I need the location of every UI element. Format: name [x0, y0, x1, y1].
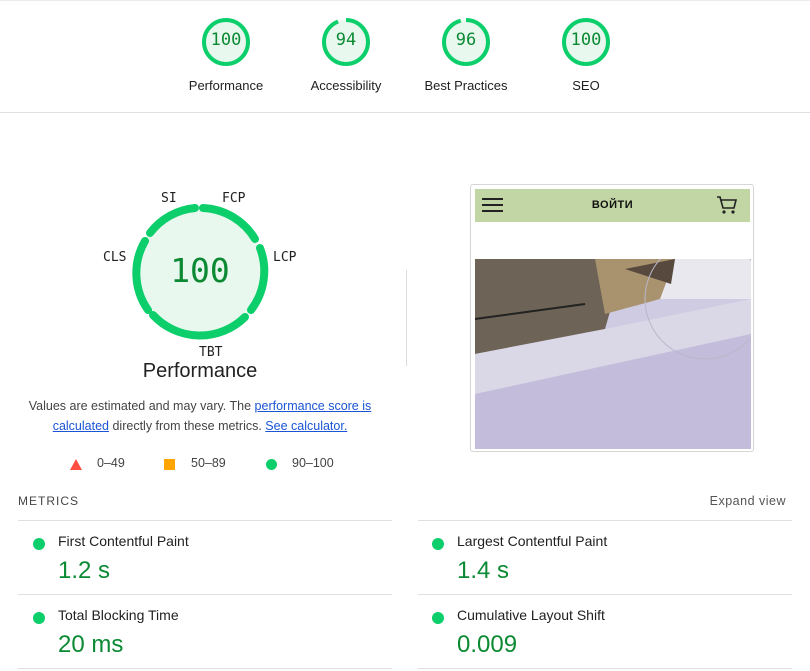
metrics-divider-right-mid: [418, 594, 792, 595]
fail-triangle-icon: [70, 459, 82, 470]
pass-circle-icon: [266, 459, 277, 470]
metrics-divider-right-top: [418, 520, 792, 521]
average-square-icon: [164, 459, 175, 470]
score-label-accessibility: Accessibility: [310, 78, 382, 93]
metrics-divider-left-top: [18, 520, 392, 521]
gauge-tag-tbt: TBT: [199, 345, 223, 360]
pass-circle-icon: [432, 538, 444, 550]
gauge-tag-fcp: FCP: [222, 191, 246, 206]
legend-fail-label: 0–49: [97, 456, 125, 470]
estimate-note: Values are estimated and may vary. The p…: [15, 396, 385, 436]
performance-gauge: 100: [100, 186, 300, 346]
pass-circle-icon: [33, 538, 45, 550]
pass-circle-icon: [432, 612, 444, 624]
metrics-divider-right-bottom: [418, 668, 792, 669]
score-label-performance: Performance: [188, 78, 264, 93]
metric-fcp-name: First Contentful Paint: [58, 533, 189, 549]
expand-view-button[interactable]: Expand view: [710, 494, 786, 508]
note-middle: directly from these metrics.: [109, 419, 266, 433]
legend-average-label: 50–89: [191, 456, 226, 470]
score-value-best-practices: 96: [455, 30, 477, 50]
metrics-heading: METRICS: [18, 494, 79, 508]
product-photo-graphic: [475, 259, 751, 449]
see-calculator-link[interactable]: See calculator.: [265, 419, 347, 433]
metric-tbt-name: Total Blocking Time: [58, 607, 179, 623]
cart-icon: [717, 196, 738, 214]
final-screenshot-thumbnail[interactable]: ВОЙТИ: [470, 184, 754, 452]
metric-lcp-name: Largest Contentful Paint: [457, 533, 608, 549]
pass-circle-icon: [33, 612, 45, 624]
vertical-divider: [406, 270, 407, 366]
score-gauge-performance[interactable]: 100 Performance: [166, 17, 286, 93]
legend-average: 50–89: [164, 456, 226, 470]
metric-lcp-value: 1.4 s: [457, 557, 510, 584]
metric-tbt-value: 20 ms: [58, 631, 124, 658]
note-prefix: Values are estimated and may vary. The: [28, 399, 255, 413]
legend-pass-label: 90–100: [292, 456, 334, 470]
metric-fcp-value: 1.2 s: [58, 557, 111, 584]
top-border: [0, 0, 810, 1]
thumb-product-photo: [475, 259, 751, 449]
metrics-divider-left-bottom: [18, 668, 392, 669]
score-label-best-practices: Best Practices: [424, 78, 508, 93]
score-label-seo: SEO: [572, 78, 600, 93]
thumb-header-bar: ВОЙТИ: [475, 189, 750, 222]
gauge-tag-si: SI: [161, 191, 177, 206]
legend-pass: 90–100: [266, 456, 334, 470]
score-gauge-accessibility[interactable]: 94 Accessibility: [286, 17, 406, 93]
score-gauge-best-practices[interactable]: 96 Best Practices: [406, 17, 526, 93]
score-gauge-seo[interactable]: 100 SEO: [526, 17, 646, 93]
gauge-tag-lcp: LCP: [273, 250, 297, 265]
metrics-divider-left-mid: [18, 594, 392, 595]
thumb-login-label: ВОЙТИ: [591, 199, 634, 211]
gauge-tag-cls: CLS: [103, 250, 127, 265]
metric-cls-value: 0.009: [457, 631, 518, 658]
score-value-accessibility: 94: [335, 30, 357, 50]
category-scores-strip: 100 Performance 94 Accessibility 96 Best…: [0, 0, 810, 113]
score-value-seo: 100: [570, 30, 602, 50]
score-value-performance: 100: [210, 30, 242, 50]
legend-fail: 0–49: [70, 456, 125, 470]
performance-title: Performance: [142, 360, 258, 382]
performance-score-value: 100: [170, 251, 230, 290]
metric-cls-name: Cumulative Layout Shift: [457, 607, 605, 623]
